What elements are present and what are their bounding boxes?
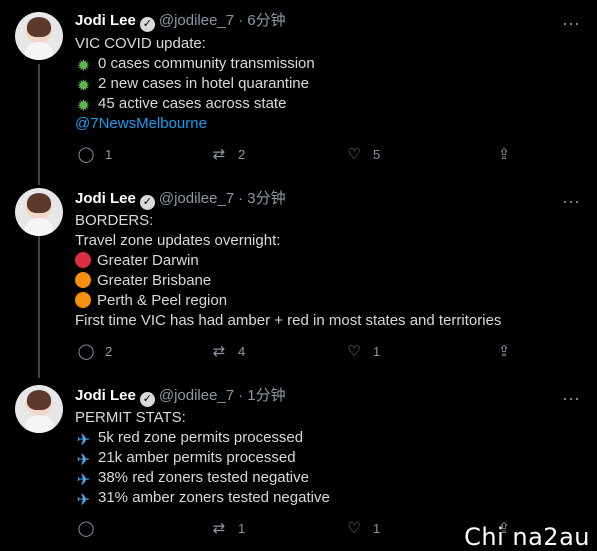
tweet-text: VIC COVID update: ✹ 0 cases community tra… (75, 34, 575, 134)
retweet-count: 1 (238, 521, 246, 536)
red-circle-icon (75, 252, 91, 268)
timestamp[interactable]: · 1分钟 (238, 387, 286, 404)
text-line: PERMIT STATS: (75, 409, 186, 426)
retweet-count: 4 (238, 344, 246, 359)
virus-icon: ✹ (76, 58, 91, 75)
heart-icon: ♡ (347, 146, 361, 163)
text-line: Travel zone updates overnight: (75, 232, 281, 249)
more-options-icon[interactable]: ··· (562, 389, 580, 407)
retweet-button[interactable]: ⇄ 1 (208, 519, 246, 539)
text-line: ✹ 45 active cases across state (76, 95, 287, 115)
reply-icon: ◯ (77, 146, 95, 163)
text-line: Greater Darwin (75, 251, 575, 271)
retweet-count: 2 (238, 147, 246, 162)
reply-count: 2 (105, 344, 113, 359)
tweet-1[interactable]: Jodi Lee ✓ @jodilee_7 · 6分钟 ··· VIC COVID u… (0, 0, 597, 180)
text-line: ✈ 31% amber zoners tested negative (76, 489, 330, 509)
text-line: Perth & Peel region (75, 291, 575, 311)
reply-button[interactable]: ◯ 1 (75, 145, 113, 165)
tweet-header: Jodi Lee ✓ @jodilee_7 · 3分钟 (75, 189, 286, 210)
tweet-header: Jodi Lee ✓ @jodilee_7 · 1分钟 (75, 386, 286, 407)
verified-icon: ✓ (139, 195, 155, 210)
text-line: ✹ 2 new cases in hotel quarantine (76, 75, 309, 95)
retweet-icon: ⇄ (212, 520, 226, 537)
avatar[interactable] (15, 188, 63, 236)
like-count: 5 (373, 147, 381, 162)
tweet-actions: ◯ ⇄ 1 ♡ 1 ⇪ (75, 519, 515, 539)
retweet-button[interactable]: ⇄ 2 (208, 145, 246, 165)
airplane-icon: ✈ (76, 472, 91, 489)
airplane-icon: ✈ (76, 452, 91, 469)
amber-circle-icon (75, 292, 91, 308)
text-line: ✹ 0 cases community transmission (76, 55, 315, 75)
author-name[interactable]: Jodi Lee (75, 190, 136, 207)
avatar[interactable] (15, 12, 63, 60)
timestamp[interactable]: · 3分钟 (238, 190, 286, 207)
like-count: 1 (373, 521, 381, 536)
retweet-icon: ⇄ (212, 146, 226, 163)
author-handle[interactable]: @jodilee_7 (159, 190, 234, 207)
reply-count: 1 (105, 147, 113, 162)
retweet-icon: ⇄ (212, 343, 226, 360)
more-options-icon[interactable]: ··· (562, 192, 580, 210)
virus-icon: ✹ (76, 78, 91, 95)
text-line: ✈ 5k red zone permits processed (76, 429, 304, 449)
verified-icon: ✓ (139, 17, 155, 32)
text-line: ✈ 38% red zoners tested negative (76, 469, 309, 489)
reply-icon: ◯ (77, 520, 95, 537)
tweet-text: PERMIT STATS: ✈ 5k red zone permits proce… (75, 408, 575, 509)
share-button[interactable]: ⇪ (493, 342, 515, 362)
author-handle[interactable]: @jodilee_7 (159, 387, 234, 404)
author-name[interactable]: Jodi Lee (75, 387, 136, 404)
more-options-icon[interactable]: ··· (562, 14, 580, 32)
reply-button[interactable]: ◯ 2 (75, 342, 113, 362)
like-count: 1 (373, 344, 381, 359)
text-line: BORDERS: (75, 212, 154, 229)
timestamp[interactable]: · 6分钟 (238, 12, 286, 29)
text-line: VIC COVID update: (75, 35, 206, 52)
tweet-2[interactable]: Jodi Lee ✓ @jodilee_7 · 3分钟 ··· BORDERS: Tr… (0, 176, 597, 376)
like-button[interactable]: ♡ 1 (343, 519, 380, 539)
tweet-actions: ◯ 1 ⇄ 2 ♡ 5 ⇪ (75, 145, 515, 165)
tweet-actions: ◯ 2 ⇄ 4 ♡ 1 ⇪ (75, 342, 515, 362)
avatar[interactable] (15, 385, 63, 433)
virus-icon: ✹ (76, 98, 91, 115)
text-line: Greater Brisbane (75, 271, 575, 291)
reply-icon: ◯ (77, 343, 95, 360)
airplane-icon: ✈ (76, 492, 91, 509)
amber-circle-icon (75, 272, 91, 288)
tweet-text: BORDERS: Travel zone updates overnight: … (75, 211, 575, 331)
tweet-header: Jodi Lee ✓ @jodilee_7 · 6分钟 (75, 11, 286, 32)
reply-button[interactable]: ◯ (75, 519, 105, 539)
author-name[interactable]: Jodi Lee (75, 12, 136, 29)
heart-icon: ♡ (347, 343, 361, 360)
like-button[interactable]: ♡ 5 (343, 145, 380, 165)
text-line: @7NewsMelbourne (75, 114, 575, 134)
like-button[interactable]: ♡ 1 (343, 342, 380, 362)
mention-link[interactable]: @7NewsMelbourne (75, 115, 207, 132)
author-handle[interactable]: @jodilee_7 (159, 12, 234, 29)
retweet-button[interactable]: ⇄ 4 (208, 342, 246, 362)
share-icon: ⇪ (497, 146, 511, 163)
share-icon: ⇪ (497, 343, 511, 360)
text-line: ✈ 21k amber permits processed (76, 449, 296, 469)
heart-icon: ♡ (347, 520, 361, 537)
text-line: First time VIC has had amber + red in mo… (75, 312, 502, 329)
watermark-text: Chi na2au (464, 523, 590, 551)
verified-icon: ✓ (139, 392, 155, 407)
airplane-icon: ✈ (76, 432, 91, 449)
share-button[interactable]: ⇪ (493, 145, 515, 165)
